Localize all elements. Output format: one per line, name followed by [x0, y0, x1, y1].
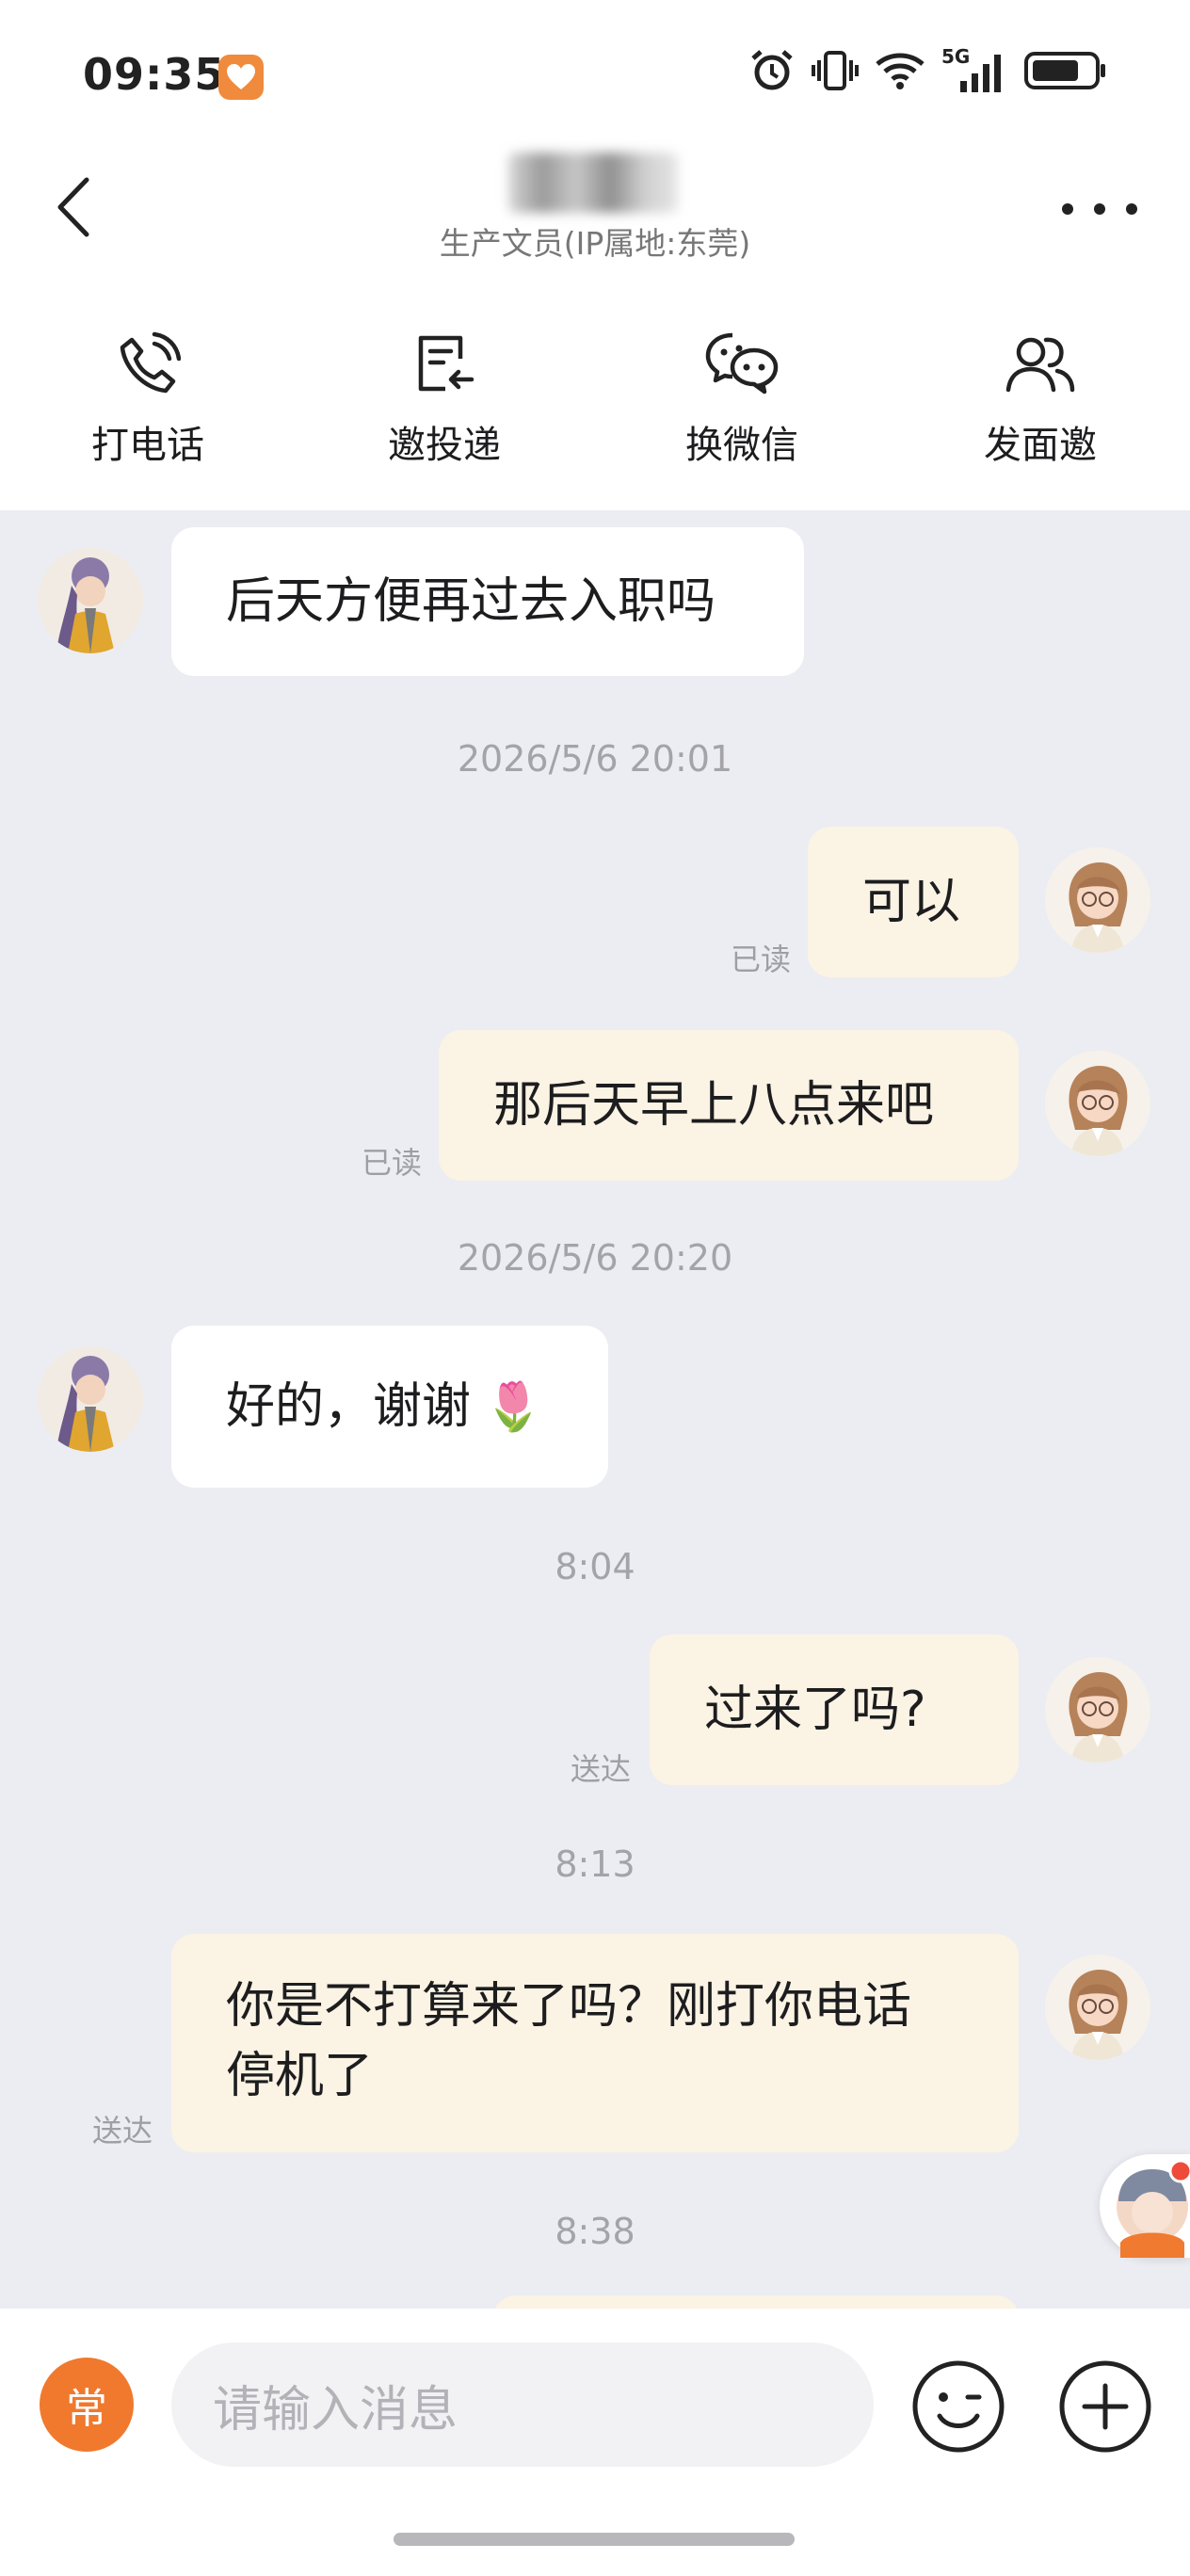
system-nav-bar [0, 2497, 1190, 2576]
common-phrases-button[interactable]: 常 [40, 2358, 134, 2452]
contact-avatar[interactable] [38, 548, 143, 653]
timestamp: 8:38 [555, 2211, 635, 2252]
call-label: 打电话 [91, 424, 204, 467]
tulip-icon: 🌷 [484, 1379, 543, 1434]
signal-5g-icon: 5G [941, 45, 1007, 92]
wifi-icon [876, 53, 925, 89]
status-bar: 09:35 5G [0, 0, 1190, 141]
chat-header: 生产文员(IP属地:东莞) [0, 141, 1190, 301]
contact-name-blurred [508, 153, 678, 213]
my-avatar[interactable] [1045, 1657, 1150, 1763]
send-interview-button[interactable]: 发面邀 [932, 324, 1149, 493]
timestamp: 8:13 [555, 1843, 635, 1885]
invite-resume-icon [405, 324, 484, 403]
invite-resume-button[interactable]: 邀投递 [336, 324, 553, 493]
status-time: 09:35 [83, 49, 226, 100]
message-bubble-outgoing[interactable]: 过来了吗? [650, 1634, 1019, 1785]
contact-subtitle: 生产文员(IP属地:东莞) [439, 225, 751, 262]
read-status: 已读 [731, 942, 792, 977]
message-text-line: 停机了 [226, 2048, 374, 2104]
message-text: 那后天早上八点来吧 [493, 1077, 935, 1134]
message-bubble-incoming[interactable]: 后天方便再过去入职吗 [171, 527, 804, 676]
message-bubble-outgoing[interactable]: 你是不打算来了吗？刚打你电话 停机了 [171, 1934, 1019, 2152]
delivery-status: 送达 [571, 1751, 632, 1787]
quick-actions-bar: 打电话 邀投递 换微信 发面邀 [0, 301, 1190, 510]
exchange-wechat-button[interactable]: 换微信 [634, 324, 850, 493]
exchange-wechat-label: 换微信 [685, 424, 798, 467]
timestamp: 2026/5/6 20:20 [457, 1237, 733, 1279]
my-avatar[interactable] [1045, 1051, 1150, 1156]
message-bubble-outgoing[interactable]: 可以 [808, 827, 1019, 977]
my-avatar[interactable] [1045, 1955, 1150, 2060]
more-button[interactable] [1062, 190, 1137, 228]
message-text: 后天方便再过去入职吗 [226, 573, 716, 630]
emoji-icon [912, 2360, 1005, 2453]
message-text: 可以 [862, 874, 961, 930]
contact-avatar[interactable] [38, 1346, 143, 1452]
phone-icon [108, 324, 187, 403]
more-icon [1062, 203, 1137, 215]
read-status: 已读 [362, 1145, 423, 1181]
more-actions-button[interactable] [1056, 2358, 1154, 2455]
message-input[interactable]: 请输入消息 [171, 2343, 874, 2467]
heart-app-icon [218, 55, 264, 100]
message-bubble-incoming[interactable]: 好的，谢谢 🌷 [171, 1326, 608, 1488]
message-text: 过来了吗? [704, 1682, 926, 1738]
send-interview-label: 发面邀 [984, 424, 1097, 467]
input-bar: 常 请输入消息 [0, 2309, 1190, 2497]
plus-icon [1059, 2360, 1151, 2453]
message-bubble-outgoing[interactable]: 那后天早上八点来吧 [439, 1030, 1019, 1181]
assistant-avatar-icon [1117, 2159, 1190, 2258]
interview-icon [1001, 324, 1080, 403]
timestamp: 2026/5/6 20:01 [457, 738, 733, 780]
message-text: 好的，谢谢 [226, 1378, 472, 1435]
home-indicator[interactable] [394, 2533, 795, 2546]
vibrate-icon [812, 51, 859, 90]
message-bubble-outgoing-partial[interactable] [493, 2295, 1019, 2309]
alarm-icon [751, 50, 793, 90]
assistant-floating-button[interactable] [1100, 2154, 1190, 2258]
input-placeholder: 请输入消息 [213, 2381, 458, 2439]
battery-icon [1024, 52, 1105, 89]
chat-messages[interactable]: 后天方便再过去入职吗 2026/5/6 20:01 可以 已读 那后天早上八点来… [0, 510, 1190, 2309]
wechat-icon [702, 324, 781, 403]
delivery-status: 送达 [92, 2113, 153, 2149]
timestamp: 8:04 [555, 1546, 635, 1587]
emoji-button[interactable] [909, 2358, 1007, 2455]
invite-resume-label: 邀投递 [388, 424, 501, 467]
message-text-line: 你是不打算来了吗？刚打你电话 [226, 1978, 912, 2035]
call-button[interactable]: 打电话 [40, 324, 256, 493]
my-avatar[interactable] [1045, 847, 1150, 953]
